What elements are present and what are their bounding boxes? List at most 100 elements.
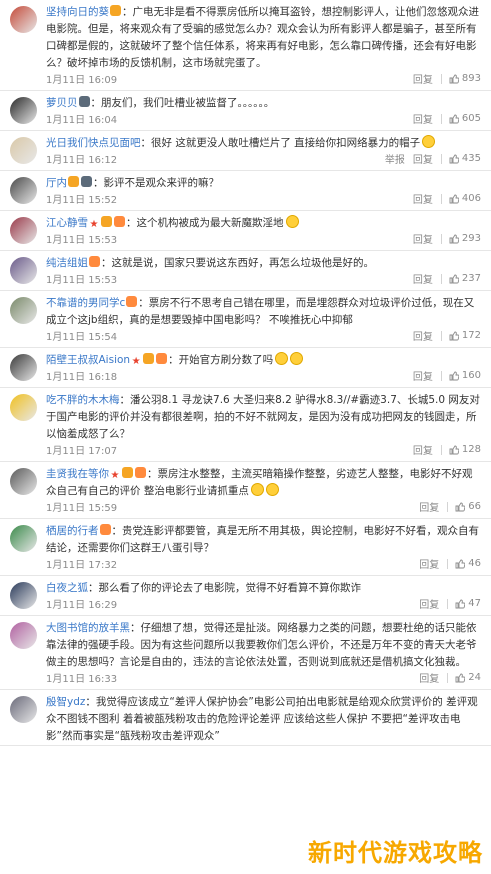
star-badge-icon[interactable]: ★: [89, 219, 99, 230]
username-link[interactable]: 陌壁王叔叔Aision: [46, 354, 130, 366]
star-badge-icon[interactable]: ★: [110, 470, 120, 481]
avatar[interactable]: [10, 354, 37, 381]
member-badge-icon[interactable]: [89, 256, 100, 267]
avatar[interactable]: [10, 582, 37, 609]
reply-button[interactable]: 回复: [413, 111, 433, 126]
timestamp: 1月11日 16:09: [46, 75, 118, 86]
star-badge-icon[interactable]: ★: [131, 356, 141, 367]
member-badge-icon[interactable]: [126, 296, 138, 307]
thumbs-up-icon[interactable]: [449, 234, 460, 244]
emoji-icon: [290, 352, 304, 365]
comment-body: 殷智ydz：我觉得应该成立“差评人保护协会”电影公司拍出电影就是给观众欣赏评价的…: [46, 694, 481, 745]
reply-button[interactable]: 回复: [413, 191, 433, 206]
comment-item: 白夜之狐：那么看了你的评论去了电影院，觉得不好看算不算你欺诈 1月11日 16:2…: [0, 576, 491, 616]
level-badge-icon[interactable]: [81, 176, 92, 187]
avatar[interactable]: [10, 97, 37, 124]
username-link[interactable]: 江心静雪: [46, 217, 88, 229]
report-button[interactable]: 举报: [385, 151, 405, 166]
username-link[interactable]: 栖居的行者: [46, 525, 99, 537]
avatar[interactable]: [10, 137, 37, 164]
comment-text: ：这就是说，国家只要说这东西好，再怎么垃圾他是好的。: [101, 257, 374, 269]
action-divider: [440, 330, 442, 341]
comment-actions: 回复 66: [411, 499, 481, 514]
username-link[interactable]: 纯洁组姐: [46, 257, 88, 269]
site-watermark: 新时代游戏攻略: [308, 839, 483, 867]
username-link[interactable]: 坚持向日的葵: [46, 6, 109, 18]
reply-button[interactable]: 回复: [413, 71, 433, 86]
username-link[interactable]: 大图书馆的放羊黑: [46, 622, 130, 634]
timestamp: 1月11日 16:18: [46, 372, 118, 383]
avatar[interactable]: [10, 696, 37, 723]
member-badge-icon[interactable]: [135, 467, 146, 478]
reply-button[interactable]: 回复: [413, 328, 433, 343]
reply-button[interactable]: 回复: [413, 442, 433, 457]
thumbs-up-icon[interactable]: [449, 371, 460, 381]
thumbs-up-icon[interactable]: [455, 559, 466, 569]
avatar[interactable]: [10, 622, 37, 649]
comment-body: 厅内 ：影评不是观众来评的嘛？: [46, 175, 481, 192]
thumbs-up-icon[interactable]: [455, 502, 466, 512]
action-divider: [440, 444, 442, 455]
reply-button[interactable]: 回复: [419, 670, 439, 685]
reply-button[interactable]: 回复: [413, 231, 433, 246]
username-link[interactable]: 厅内: [46, 177, 67, 189]
comment-item: 江心静雪 ★ ：这个机构被成为最大新魔欺淫地 1月11日 15:53 回复 293: [0, 211, 491, 251]
action-divider: [440, 153, 442, 164]
thumbs-up-icon[interactable]: [455, 673, 466, 683]
vip-badge-icon[interactable]: [122, 467, 133, 478]
member-badge-icon[interactable]: [114, 216, 125, 227]
comment-meta: 1月11日 17:32 回复 46: [46, 557, 481, 575]
username-link[interactable]: 吃不胖的木木梅: [46, 394, 120, 406]
comment-item: 不靠谱的男同学c ：票房不行不思考自己错在哪里，而是埋怨群众对垃圾评价过低，现在又…: [0, 291, 491, 348]
member-badge-icon[interactable]: [156, 353, 168, 364]
avatar[interactable]: [10, 217, 37, 244]
action-divider: [440, 73, 442, 84]
username-link[interactable]: 圭贤我在等你: [46, 468, 109, 480]
thumbs-up-icon[interactable]: [449, 331, 460, 341]
thumbs-up-icon[interactable]: [455, 599, 466, 609]
avatar[interactable]: [10, 257, 37, 284]
comment-body: 圭贤我在等你 ★ ：票房注水整整，主流买暗箱操作整整，劣迹艺人整整，电影好不好观众自…: [46, 466, 481, 500]
comment-text: ：这个机构被成为最大新魔欺淫地: [126, 217, 284, 229]
reply-button[interactable]: 回复: [419, 556, 439, 571]
thumbs-up-icon[interactable]: [449, 274, 460, 284]
thumbs-up-icon[interactable]: [449, 154, 460, 164]
avatar[interactable]: [10, 525, 37, 552]
timestamp: 1月11日 15:52: [46, 195, 118, 206]
avatar[interactable]: [10, 394, 37, 421]
thumbs-up-icon[interactable]: [449, 74, 460, 84]
member-badge-icon[interactable]: [99, 524, 111, 535]
vip-badge-icon[interactable]: [110, 5, 121, 16]
reply-button[interactable]: 回复: [413, 368, 433, 383]
thumbs-up-icon[interactable]: [449, 445, 460, 455]
vip-badge-icon[interactable]: [143, 353, 155, 364]
avatar[interactable]: [10, 177, 37, 204]
username-link[interactable]: 不靠谱的男同学c: [46, 297, 125, 309]
comment-meta: 1月11日 16:12 举报 回复 435: [46, 152, 481, 170]
reply-button[interactable]: 回复: [419, 499, 439, 514]
thumbs-up-icon[interactable]: [449, 114, 460, 124]
username-link[interactable]: 光日我们快点见面吧: [46, 137, 141, 149]
like-count: 66: [468, 501, 481, 512]
avatar[interactable]: [10, 297, 37, 324]
vip-badge-icon[interactable]: [101, 216, 112, 227]
timestamp: 1月11日 16:29: [46, 600, 118, 611]
comment-body: 吃不胖的木木梅：潘公羽8.1 寻龙诀7.6 大圣归来8.2 驴得水8.3//#霸…: [46, 392, 481, 443]
action-divider: [447, 672, 449, 683]
avatar[interactable]: [10, 468, 37, 495]
comment-item: 栖居的行者 ：贵党连影评都要管，真是无所不用其极，舆论控制，电影好不好看，观众自有…: [0, 519, 491, 576]
username-link[interactable]: 殷智ydz: [46, 696, 85, 708]
reply-button[interactable]: 回复: [413, 151, 433, 166]
reply-button[interactable]: 回复: [419, 596, 439, 611]
comment-actions: 回复 893: [405, 71, 481, 86]
username-link[interactable]: 萝贝贝: [46, 97, 78, 109]
thumbs-up-icon[interactable]: [449, 194, 460, 204]
comment-body: 萝贝贝 ：朋友们，我们吐槽业被监督了。。。。。。: [46, 95, 481, 112]
avatar[interactable]: [10, 6, 37, 33]
reply-button[interactable]: 回复: [413, 271, 433, 286]
like-count: 893: [461, 73, 481, 84]
username-link[interactable]: 白夜之狐: [46, 582, 88, 594]
vip-badge-icon[interactable]: [68, 176, 79, 187]
level-badge-icon[interactable]: [78, 96, 90, 107]
comment-text: ：贵党连影评都要管，真是无所不用其极，舆论控制，电影好不好看，观众自有结论，还需…: [46, 525, 479, 554]
